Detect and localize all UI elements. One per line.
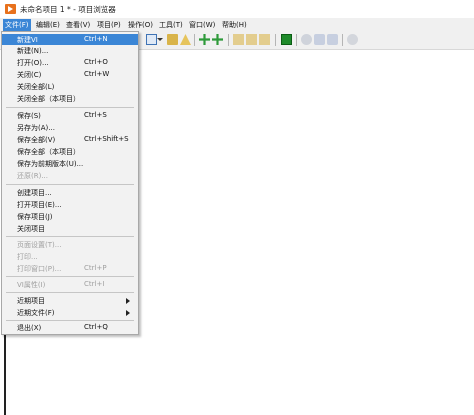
menu-item-print[interactable]: 打印...: [2, 251, 138, 262]
menu-item-page-setup[interactable]: 页面设置(T)...: [2, 239, 138, 250]
menu-item-vi-properties[interactable]: VI属性(I) Ctrl+I: [2, 279, 138, 290]
menu-item-close[interactable]: 关闭(C) Ctrl+W: [2, 69, 138, 80]
submenu-arrow-icon: [126, 298, 130, 304]
menu-item-save-previous-version[interactable]: 保存为前期版本(U)...: [2, 158, 138, 169]
redo-icon[interactable]: [327, 34, 338, 45]
menu-item-save-all-project[interactable]: 保存全部（本项目）: [2, 146, 138, 157]
menu-file[interactable]: 文件(F): [3, 19, 31, 31]
menu-item-new-vi[interactable]: 新建VI Ctrl+N: [2, 34, 138, 45]
menu-item-open[interactable]: 打开(O)... Ctrl+O: [2, 57, 138, 68]
folder-icon[interactable]: [167, 34, 178, 45]
toolbar-separator: [296, 34, 297, 46]
menu-item-print-window[interactable]: 打印窗口(P)... Ctrl+P: [2, 263, 138, 274]
file-menu-dropdown: 新建VI Ctrl+N 新建(N)... 打开(O)... Ctrl+O 关闭(C)…: [1, 31, 139, 335]
dropdown-arrow-icon[interactable]: [157, 38, 163, 41]
zoom-icon[interactable]: [347, 34, 358, 45]
build-icon[interactable]: [233, 34, 244, 45]
menu-edit[interactable]: 编辑(E): [36, 20, 60, 30]
undo-icon[interactable]: [314, 34, 325, 45]
menu-project[interactable]: 项目(P): [97, 20, 121, 30]
menu-item-save[interactable]: 保存(S) Ctrl+S: [2, 110, 138, 121]
menu-item-revert[interactable]: 还原(R)...: [2, 170, 138, 181]
toolbar-separator: [342, 34, 343, 46]
menu-item-create-project[interactable]: 创建项目...: [2, 187, 138, 198]
warning-icon[interactable]: [180, 34, 191, 45]
menu-item-open-project[interactable]: 打开项目(E)...: [2, 199, 138, 210]
window-title: 未命名项目 1 * - 项目浏览器: [20, 5, 116, 14]
menu-item-new[interactable]: 新建(N)...: [2, 45, 138, 56]
menu-item-save-all[interactable]: 保存全部(V) Ctrl+Shift+S: [2, 134, 138, 145]
menu-help[interactable]: 帮助(H): [222, 20, 247, 30]
menu-tools[interactable]: 工具(T): [159, 20, 183, 30]
folder-build-icon[interactable]: [246, 34, 257, 45]
menu-item-close-project[interactable]: 关闭项目: [2, 223, 138, 234]
menu-item-close-all-project[interactable]: 关闭全部（本项目）: [2, 93, 138, 104]
add-item-icon[interactable]: [212, 34, 223, 45]
menu-separator: [6, 320, 134, 321]
search-project-icon[interactable]: [301, 34, 312, 45]
title-bar: 未命名项目 1 * - 项目浏览器: [0, 0, 474, 18]
menu-window[interactable]: 窗口(W): [189, 20, 215, 30]
add-green-icon[interactable]: [199, 34, 210, 45]
deploy-icon[interactable]: [259, 34, 270, 45]
menu-item-save-as[interactable]: 另存为(A)...: [2, 122, 138, 133]
menu-separator: [6, 184, 134, 185]
view-options-icon[interactable]: [146, 34, 157, 45]
toolbar-separator: [228, 34, 229, 46]
menu-view[interactable]: 查看(V): [66, 20, 90, 30]
menu-separator: [6, 236, 134, 237]
menu-operate[interactable]: 操作(O): [128, 20, 153, 30]
run-green-icon[interactable]: [281, 34, 292, 45]
menu-item-recent-files[interactable]: 近期文件(F): [2, 307, 138, 318]
submenu-arrow-icon: [126, 310, 130, 316]
menu-item-exit[interactable]: 退出(X) Ctrl+Q: [2, 322, 138, 333]
menu-item-save-project[interactable]: 保存项目(J): [2, 211, 138, 222]
menu-bar: 文件(F) 编辑(E) 查看(V) 项目(P) 操作(O) 工具(T) 窗口(W…: [0, 18, 474, 31]
menu-separator: [6, 276, 134, 277]
toolbar-separator: [275, 34, 276, 46]
menu-item-close-all[interactable]: 关闭全部(L): [2, 81, 138, 92]
menu-separator: [6, 107, 134, 108]
labview-app-icon: [5, 4, 16, 14]
menu-item-recent-projects[interactable]: 近期项目: [2, 295, 138, 306]
toolbar-separator: [194, 34, 195, 46]
menu-separator: [6, 292, 134, 293]
